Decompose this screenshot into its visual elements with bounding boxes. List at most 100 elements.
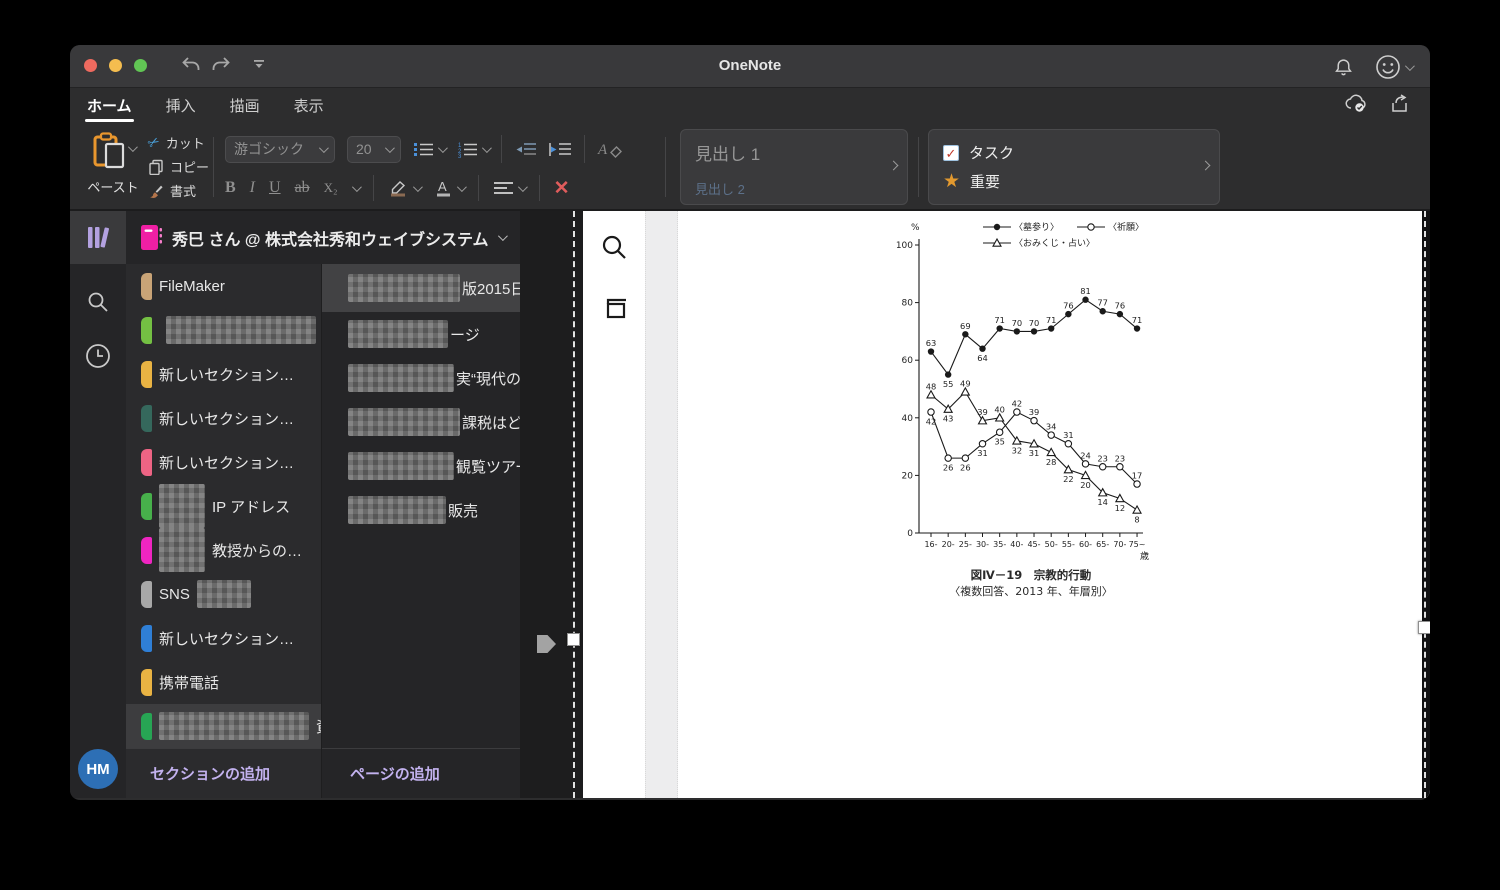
paragraph-alignment-button[interactable] (493, 181, 528, 196)
svg-text:49: 49 (960, 378, 971, 388)
section-color-tab-icon (141, 316, 152, 344)
bullet-list-icon (414, 142, 433, 156)
tag-task[interactable]: ✓ タスク (943, 138, 1205, 167)
duplicate-page-button[interactable] (601, 297, 628, 324)
cut-button[interactable]: ✂ カット (145, 132, 209, 152)
paste-clipboard-icon (93, 132, 124, 169)
page-canvas[interactable]: % 0 20 40 60 80 100 16- 20- 25- 30- 35- 40- 45- 50- 55-… (520, 211, 1430, 798)
page-item[interactable]: 版2015日本… (322, 264, 520, 312)
add-page-button[interactable]: ページの追加 (350, 763, 440, 784)
tab-view[interactable]: 表示 (292, 89, 326, 124)
svg-text:A: A (597, 142, 608, 158)
heading1-style[interactable]: 見出し 1 (695, 140, 893, 165)
numbered-list-button[interactable]: 123 (457, 141, 492, 158)
font-family-select[interactable]: 游ゴシック (225, 135, 335, 163)
chevron-down-icon (127, 142, 138, 153)
section-item[interactable]: 新しいセクション… (126, 396, 321, 440)
section-item-label: IP アドレス (212, 498, 291, 516)
section-item[interactable]: SNS (126, 572, 321, 616)
notebooks-rail-button[interactable] (70, 211, 126, 264)
font-color-icon: A (436, 179, 450, 197)
svg-text:〈祈願〉: 〈祈願〉 (1108, 221, 1144, 233)
strikethrough-button[interactable]: ab (295, 179, 310, 197)
share-button[interactable] (1390, 93, 1410, 113)
indent-icon (549, 142, 571, 156)
indent-button[interactable] (549, 141, 572, 158)
svg-text:%: % (911, 223, 920, 233)
page-item[interactable]: 課税はど… (322, 400, 520, 444)
svg-text:40-: 40- (1010, 540, 1023, 549)
section-item[interactable]: IP アドレス (126, 484, 321, 528)
numbered-list-icon: 123 (458, 143, 477, 158)
tag-important-label: 重要 (970, 174, 1001, 191)
section-color-tab-icon (141, 624, 152, 652)
section-item[interactable] (126, 308, 321, 352)
search-rail-button[interactable] (86, 290, 110, 317)
duplicate-icon (606, 298, 626, 319)
page-item[interactable]: 観覧ツアー (322, 444, 520, 488)
account-avatar[interactable]: HM (78, 749, 118, 789)
subscript-button[interactable]: X₂ (324, 180, 338, 196)
svg-text:71: 71 (994, 315, 1005, 325)
format-painter-button[interactable]: 書式 (148, 181, 209, 200)
note-page[interactable]: % 0 20 40 60 80 100 16- 20- 25- 30- 35- 40- 45- 50- 55-… (678, 211, 1422, 798)
font-size-select[interactable]: 20 (347, 135, 401, 163)
selection-border-right (1424, 211, 1426, 798)
paste-button[interactable]: ペースト (85, 131, 141, 196)
add-section-button[interactable]: セクションの追加 (150, 763, 270, 784)
outdent-button[interactable] (514, 141, 537, 158)
styles-gallery[interactable]: 見出し 1 見出し 2 (680, 129, 908, 205)
notebook-switcher[interactable]: 秀巳 さん @ 株式会社秀和ウェイブシステム (126, 211, 520, 264)
svg-text:40: 40 (902, 414, 914, 424)
svg-text:71: 71 (1132, 315, 1143, 325)
section-item[interactable]: 新しいセクション… (126, 352, 321, 396)
chevron-right-icon[interactable] (888, 160, 899, 171)
page-item[interactable]: ージ (322, 312, 520, 356)
svg-text:34: 34 (1046, 422, 1057, 432)
bold-button[interactable]: B (225, 179, 236, 197)
selection-handle-left[interactable] (567, 633, 580, 646)
delete-button[interactable]: ✕ (554, 177, 570, 200)
chevron-down-icon (437, 142, 448, 153)
tab-insert[interactable]: 挿入 (164, 89, 198, 124)
notifications-button[interactable] (1334, 58, 1353, 77)
tags-gallery[interactable]: ✓ タスク ★ 重要 (928, 129, 1220, 205)
tab-draw[interactable]: 描画 (228, 89, 262, 124)
highlight-color-button[interactable] (388, 179, 423, 197)
section-item[interactable]: 教授からの… (126, 528, 321, 572)
clear-formatting-button[interactable]: A (597, 139, 623, 159)
svg-text:28: 28 (1046, 457, 1057, 467)
tag-important[interactable]: ★ 重要 (943, 167, 1205, 196)
heading2-style[interactable]: 見出し 2 (695, 179, 893, 198)
copy-button[interactable]: コピー (148, 157, 209, 176)
tab-home[interactable]: ホーム (85, 89, 134, 124)
page-item[interactable]: 販売 (322, 488, 520, 532)
svg-text:81: 81 (1080, 286, 1091, 296)
religious-behavior-chart[interactable]: % 0 20 40 60 80 100 16- 20- 25- 30- 35- 40- 45- 50- 55-… (895, 215, 1165, 615)
svg-text:42: 42 (1012, 399, 1023, 409)
page-tab-marker[interactable] (537, 635, 556, 653)
section-item[interactable]: 新しいセクション… (126, 440, 321, 484)
page-search-button[interactable] (600, 233, 628, 264)
sync-status-button[interactable] (1344, 93, 1368, 113)
section-item[interactable]: 資料 (126, 704, 321, 748)
section-item[interactable]: FileMaker (126, 264, 321, 308)
italic-button[interactable]: I (250, 179, 255, 197)
svg-text:〈おみくじ・占い〉: 〈おみくじ・占い〉 (1014, 237, 1095, 249)
recent-notes-button[interactable] (85, 343, 111, 372)
underline-button[interactable]: U (269, 179, 281, 197)
bullet-list-button[interactable] (413, 141, 448, 158)
svg-text:20-: 20- (942, 540, 955, 549)
selection-handle-right[interactable] (1418, 621, 1430, 634)
ribbon-toolbar: ペースト ✂ カット コピー 書式 游ゴシック 20 123 A B I U ab… (70, 125, 1430, 211)
page-pane: 版2015日本… ージ実“現代の… 課税はど… 観覧ツアー販売 ページの追加 (322, 264, 520, 798)
page-item[interactable]: 実“現代の… (322, 356, 520, 400)
feedback-menu-button[interactable] (1375, 54, 1415, 80)
section-item[interactable]: 携帯電話 (126, 660, 321, 704)
svg-text:23: 23 (1115, 453, 1126, 463)
font-color-button[interactable]: A (434, 179, 467, 197)
section-item[interactable]: 新しいセクション… (126, 616, 321, 660)
page-item-label: 実“現代の… (456, 370, 520, 388)
font-family-value: 游ゴシック (234, 141, 304, 157)
ribbon-tab-row: ホーム 挿入 描画 表示 (70, 88, 1430, 125)
